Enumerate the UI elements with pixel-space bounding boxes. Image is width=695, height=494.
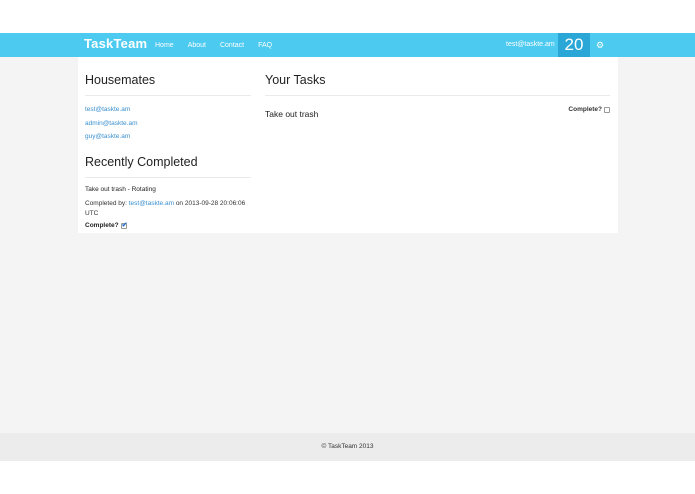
brand-logo[interactable]: TaskTeam bbox=[84, 36, 147, 51]
complete-checkbox[interactable] bbox=[604, 106, 610, 113]
your-tasks-heading: Your Tasks bbox=[265, 73, 326, 87]
task-check-row: Complete? bbox=[568, 106, 610, 113]
complete-checkbox[interactable] bbox=[120, 221, 127, 229]
housemate-link[interactable]: test@taskte.am bbox=[85, 106, 137, 120]
housemate-link[interactable]: guy@taskte.am bbox=[85, 133, 137, 147]
main-card: Housemates test@taskte.am admin@taskte.a… bbox=[78, 57, 618, 233]
housemates-heading: Housemates bbox=[85, 73, 156, 87]
divider bbox=[85, 95, 251, 96]
complete-label: Complete? bbox=[85, 222, 119, 229]
complete-label: Complete? bbox=[568, 106, 602, 113]
completed-check-row: Complete? bbox=[85, 221, 127, 230]
divider bbox=[85, 177, 251, 178]
top-margin bbox=[0, 0, 695, 33]
nav-faq-link[interactable]: FAQ bbox=[258, 42, 272, 49]
completed-by-user-link[interactable]: test@taskte.am bbox=[129, 200, 174, 207]
housemate-link[interactable]: admin@taskte.am bbox=[85, 120, 137, 134]
navbar: TaskTeam Home About Contact FAQ test@tas… bbox=[0, 33, 695, 57]
nav-about-link[interactable]: About bbox=[188, 42, 206, 49]
nav-contact-link[interactable]: Contact bbox=[220, 42, 244, 49]
divider bbox=[265, 95, 610, 96]
housemates-list: test@taskte.am admin@taskte.am guy@taskt… bbox=[85, 106, 137, 147]
recently-completed-heading: Recently Completed bbox=[85, 155, 198, 169]
current-user-email[interactable]: test@taskte.am bbox=[506, 33, 555, 57]
nav-links: Home About Contact FAQ bbox=[155, 33, 272, 57]
score-badge: 20 bbox=[558, 33, 590, 57]
footer: © TaskTeam 2013 bbox=[0, 433, 695, 461]
on-label: on bbox=[175, 200, 184, 207]
gear-icon[interactable]: ⚙ bbox=[596, 33, 604, 57]
task-title: Take out trash bbox=[265, 109, 319, 119]
completed-by-line: Completed by: test@taskte.am on 2013-09-… bbox=[85, 199, 251, 218]
completed-by-label: Completed by: bbox=[85, 200, 127, 207]
nav-home-link[interactable]: Home bbox=[155, 42, 174, 49]
completed-task-title: Take out trash - Rotating bbox=[85, 186, 156, 193]
